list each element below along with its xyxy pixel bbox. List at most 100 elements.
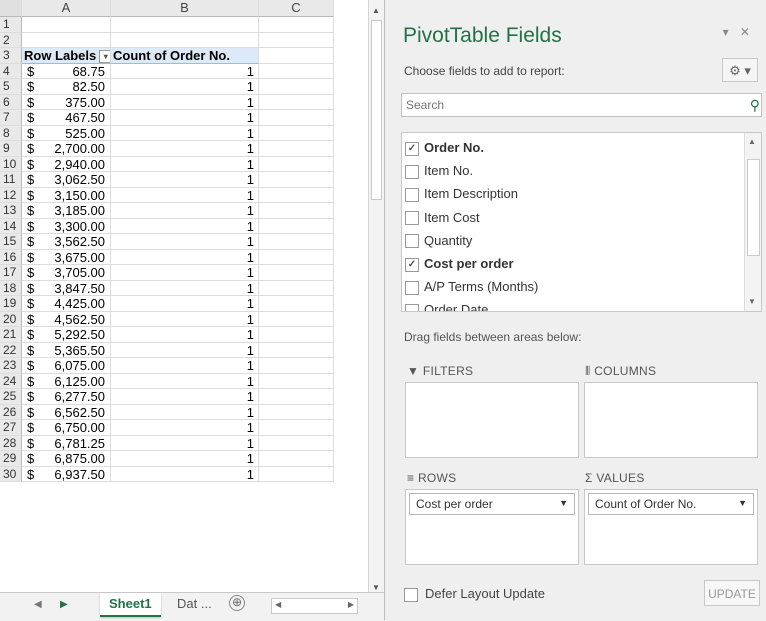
cell-c[interactable]: [259, 311, 334, 327]
row-header[interactable]: 7: [0, 110, 22, 126]
field-item[interactable]: Item Cost: [405, 208, 480, 228]
values-field-chip[interactable]: Count of Order No. ▼: [588, 493, 754, 515]
rows-area[interactable]: Cost per order ▼: [405, 489, 579, 565]
cell-c[interactable]: [259, 172, 334, 188]
defer-layout-update[interactable]: Defer Layout Update: [404, 586, 545, 602]
cell-b[interactable]: 1: [111, 141, 259, 157]
cell-b[interactable]: [111, 32, 259, 48]
cell-a[interactable]: $5,365.50: [22, 342, 111, 358]
cell-c[interactable]: [259, 404, 334, 420]
cell-b[interactable]: 1: [111, 172, 259, 188]
row-header[interactable]: 17: [0, 265, 22, 281]
column-header-b[interactable]: B: [111, 0, 259, 17]
row-header[interactable]: 19: [0, 296, 22, 312]
pane-controls-icon[interactable]: ▾ ✕: [723, 25, 754, 39]
field-list-scrollbar[interactable]: ▲ ▼: [744, 133, 761, 311]
gear-icon[interactable]: ⚙ ▾: [722, 58, 758, 82]
cell-b[interactable]: 1: [111, 234, 259, 250]
cell-a[interactable]: $4,425.00: [22, 296, 111, 312]
cell-b[interactable]: 1: [111, 342, 259, 358]
cell-b[interactable]: 1: [111, 156, 259, 172]
checked-checkbox[interactable]: ✓: [405, 141, 419, 156]
row-header[interactable]: 2: [0, 32, 22, 48]
cell-b[interactable]: 1: [111, 466, 259, 482]
cell-b[interactable]: 1: [111, 389, 259, 405]
cell-a[interactable]: [22, 32, 111, 48]
cell-c[interactable]: [259, 17, 334, 33]
cell-a[interactable]: $525.00: [22, 125, 111, 141]
cell-b[interactable]: 1: [111, 63, 259, 79]
chevron-down-icon[interactable]: ▼: [738, 498, 747, 508]
scroll-thumb[interactable]: [371, 20, 382, 200]
cell-c[interactable]: [259, 451, 334, 467]
cell-a[interactable]: $3,847.50: [22, 280, 111, 296]
horizontal-scrollbar[interactable]: ◀ ▶: [271, 598, 358, 614]
cell-c[interactable]: [259, 249, 334, 265]
cell-c[interactable]: [259, 110, 334, 126]
cell-b[interactable]: 1: [111, 79, 259, 95]
row-header[interactable]: 25: [0, 389, 22, 405]
row-header[interactable]: 24: [0, 373, 22, 389]
cell-a[interactable]: $6,750.00: [22, 420, 111, 436]
column-header-c[interactable]: C: [259, 0, 334, 17]
cell-c[interactable]: [259, 156, 334, 172]
cell-c[interactable]: [259, 141, 334, 157]
field-item[interactable]: Item No.: [405, 161, 473, 181]
row-header[interactable]: 18: [0, 280, 22, 296]
cell-c[interactable]: [259, 63, 334, 79]
row-header[interactable]: 20: [0, 311, 22, 327]
count-header[interactable]: Count of Order No.: [111, 48, 259, 64]
row-header[interactable]: 10: [0, 156, 22, 172]
column-header-a[interactable]: A: [22, 0, 111, 17]
cell-a[interactable]: $375.00: [22, 94, 111, 110]
cell-a[interactable]: $6,875.00: [22, 451, 111, 467]
cell-a[interactable]: $467.50: [22, 110, 111, 126]
checkbox[interactable]: [405, 303, 419, 311]
cell-a[interactable]: $3,675.00: [22, 249, 111, 265]
cell-c[interactable]: [259, 420, 334, 436]
row-header[interactable]: 9: [0, 141, 22, 157]
cell-c[interactable]: [259, 280, 334, 296]
cell-c[interactable]: [259, 265, 334, 281]
row-header[interactable]: 28: [0, 435, 22, 451]
row-header[interactable]: 21: [0, 327, 22, 343]
cell-b[interactable]: 1: [111, 218, 259, 234]
cell-b[interactable]: 1: [111, 249, 259, 265]
cell-a[interactable]: $3,562.50: [22, 234, 111, 250]
field-item[interactable]: Order Date: [405, 300, 488, 311]
row-header[interactable]: 8: [0, 125, 22, 141]
field-item[interactable]: Item Description: [405, 184, 518, 204]
checkbox[interactable]: [405, 187, 419, 202]
cell-a[interactable]: $2,940.00: [22, 156, 111, 172]
cell-c[interactable]: [259, 327, 334, 343]
cell-b[interactable]: 1: [111, 110, 259, 126]
field-item[interactable]: A/P Terms (Months): [405, 277, 538, 297]
row-header[interactable]: 29: [0, 451, 22, 467]
field-scroll-up-icon[interactable]: ▲: [748, 137, 756, 146]
checkbox[interactable]: [405, 211, 419, 226]
row-header[interactable]: 26: [0, 404, 22, 420]
cell-c[interactable]: [259, 435, 334, 451]
row-header[interactable]: 5: [0, 79, 22, 95]
cell-b[interactable]: 1: [111, 94, 259, 110]
row-header[interactable]: 23: [0, 358, 22, 374]
hscroll-left-icon[interactable]: ◀: [275, 600, 281, 609]
field-scroll-thumb[interactable]: [747, 159, 760, 256]
cell-c[interactable]: [259, 32, 334, 48]
field-item[interactable]: ✓ Cost per order: [405, 254, 514, 274]
cell-a[interactable]: $3,705.00: [22, 265, 111, 281]
tab-scroll-left-icon[interactable]: ◀: [34, 599, 42, 610]
field-item[interactable]: Quantity: [405, 231, 472, 251]
sheet-tab-sheet1[interactable]: Sheet1: [100, 593, 161, 617]
cell-b[interactable]: 1: [111, 311, 259, 327]
cell-b[interactable]: 1: [111, 203, 259, 219]
row-header[interactable]: 22: [0, 342, 22, 358]
cell-a[interactable]: $6,937.50: [22, 466, 111, 482]
cell-b[interactable]: 1: [111, 420, 259, 436]
cell-a[interactable]: [22, 17, 111, 33]
cell-a[interactable]: $3,150.00: [22, 187, 111, 203]
row-header[interactable]: 1: [0, 17, 22, 33]
checked-checkbox[interactable]: ✓: [405, 257, 419, 272]
defer-checkbox[interactable]: [404, 587, 418, 602]
field-scroll-down-icon[interactable]: ▼: [748, 297, 756, 306]
